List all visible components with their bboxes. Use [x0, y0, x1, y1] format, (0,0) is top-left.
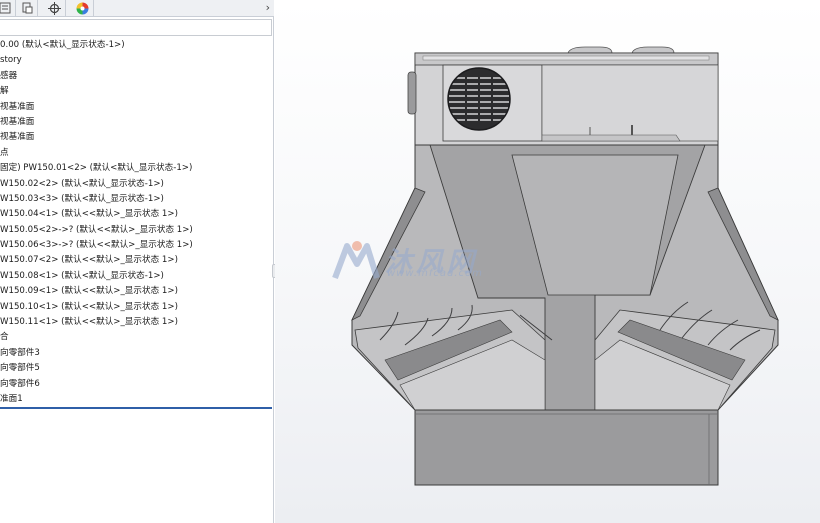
tree-item-top-plane[interactable]: 视基准面: [0, 115, 274, 130]
configuration-manager-tab[interactable]: [44, 0, 66, 16]
tree-item-component[interactable]: W150.09<1> (默认<<默认>_显示状态 1>): [0, 284, 274, 299]
tree-item-pattern[interactable]: 向零部件3: [0, 346, 274, 361]
tree-item-front-plane[interactable]: 视基准面: [0, 100, 274, 115]
property-manager-icon: [22, 2, 32, 14]
tree-item-annotations[interactable]: 解: [0, 84, 274, 99]
feature-manager-tab[interactable]: [0, 0, 16, 16]
color-wheel-icon: [76, 2, 89, 14]
feature-tree: 0.00 (默认<默认_显示状态-1>) story 感器 解 视基准面 视基准…: [0, 38, 274, 407]
tree-item-component[interactable]: W150.04<1> (默认<<默认>_显示状态 1>): [0, 207, 274, 222]
tree-item-component[interactable]: W150.11<1> (默认<<默认>_显示状态 1>): [0, 315, 274, 330]
feature-tree-panel: › 0.00 (默认<默认_显示状态-1>) story 感器 解 视基准面 视…: [0, 0, 274, 523]
watermark: 沐风网 www.mfcad.com: [329, 238, 499, 286]
tree-item-component[interactable]: 固定) PW150.01<2> (默认<默认_显示状态-1>): [0, 161, 274, 176]
crosshair-icon: [48, 1, 61, 15]
tree-item-component[interactable]: W150.06<3>->? (默认<<默认>_显示状态 1>): [0, 238, 274, 253]
tree-item-component[interactable]: W150.02<2> (默认<默认_显示状态-1>): [0, 177, 274, 192]
tree-item-plane[interactable]: 准面1: [0, 392, 274, 407]
tree-item-sensors[interactable]: 感器: [0, 69, 274, 84]
tree-item-component[interactable]: W150.08<1> (默认<默认_显示状态-1>): [0, 269, 274, 284]
feature-tree-icon: [0, 2, 10, 14]
watermark-logo-icon: [332, 241, 380, 280]
property-manager-tab[interactable]: [16, 0, 38, 16]
panel-tab-bar: ›: [0, 0, 274, 17]
tree-item-pattern[interactable]: 向零部件6: [0, 377, 274, 392]
tree-item-history[interactable]: story: [0, 53, 274, 68]
tab-scroll-right-arrow[interactable]: ›: [266, 1, 270, 15]
fan-grille: [447, 67, 511, 131]
rollback-bar[interactable]: [0, 407, 272, 409]
watermark-url: www.mfcad.com: [387, 268, 483, 279]
tree-item-pattern[interactable]: 向零部件5: [0, 361, 274, 376]
tree-item-component[interactable]: W150.03<3> (默认<默认_显示状态-1>): [0, 192, 274, 207]
tree-item-component[interactable]: W150.07<2> (默认<<默认>_显示状态 1>): [0, 253, 274, 268]
tree-item-component[interactable]: W150.05<2>->? (默认<<默认>_显示状态 1>): [0, 223, 274, 238]
display-manager-tab[interactable]: [72, 0, 94, 16]
graphics-viewport[interactable]: 沐风网 www.mfcad.com: [275, 0, 820, 523]
tree-item-mates[interactable]: 合: [0, 330, 274, 345]
tree-item-origin[interactable]: 点: [0, 146, 274, 161]
tree-item-root-assembly[interactable]: 0.00 (默认<默认_显示状态-1>): [0, 38, 274, 53]
tree-item-component[interactable]: W150.10<1> (默认<<默认>_显示状态 1>): [0, 300, 274, 315]
tree-item-right-plane[interactable]: 视基准面: [0, 130, 274, 145]
tree-filter-input[interactable]: [0, 19, 272, 36]
